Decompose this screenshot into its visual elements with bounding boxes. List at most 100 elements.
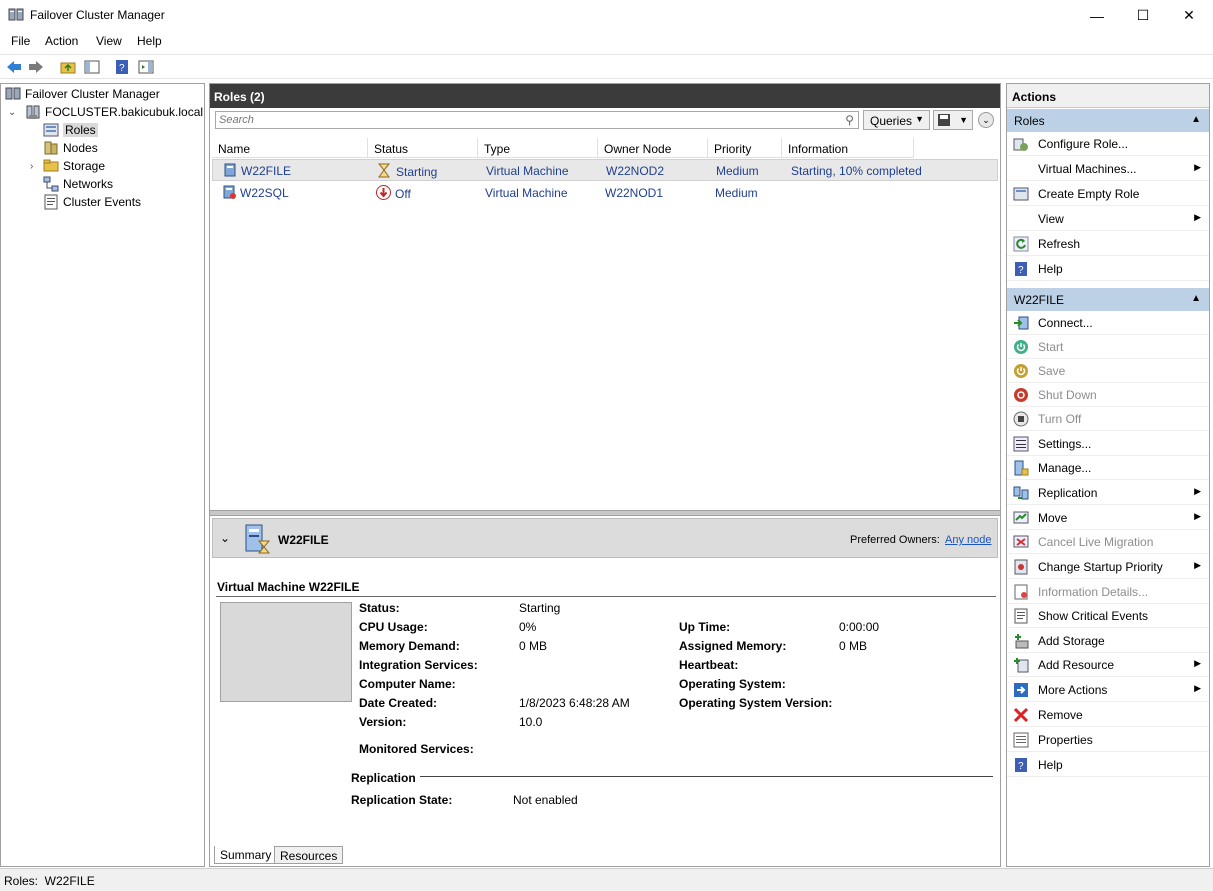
action-turn-off[interactable]: Turn Off [1007,407,1209,431]
folder-up-icon [60,62,76,74]
roles-center-pane: Roles (2) ⚲ Queries ▼ ▼ ⌄ Name Status Ty… [209,83,1001,867]
column-header-name[interactable]: Name [212,138,368,158]
vm-thumbnail[interactable] [220,602,352,702]
networks-icon [43,176,59,192]
search-icon[interactable]: ⚲ [845,113,854,127]
pane-splitter[interactable] [210,510,1000,516]
action-label: Replication [1038,486,1098,500]
action-help-roles[interactable]: ? Help [1007,257,1209,281]
collapse-detail-chevron-icon[interactable]: ⌄ [220,531,230,545]
help-toolbar-button[interactable]: ? [112,57,132,77]
tree-item-nodes[interactable]: Nodes [43,139,98,157]
status-bar: Roles: W22FILE [0,868,1213,891]
tree-item-networks[interactable]: Networks [43,175,113,193]
tree-root-label: Failover Cluster Manager [25,87,160,101]
table-row[interactable]: W22SQL Off Virtual Machine W22NOD1 Mediu… [212,182,998,204]
row-type: Virtual Machine [486,164,569,178]
column-header-status[interactable]: Status [368,138,478,158]
action-view[interactable]: View ▶ [1007,207,1209,231]
action-information-details[interactable]: Information Details... [1007,580,1209,604]
row-status: Starting [396,165,438,179]
collapse-search-chevron-icon[interactable]: ⌄ [978,112,994,128]
menu-view[interactable]: View [96,34,122,48]
action-label: Shut Down [1038,388,1097,402]
back-button[interactable] [4,57,24,77]
menu-action[interactable]: Action [45,34,78,48]
action-manage[interactable]: Manage... [1007,456,1209,480]
prop-label: Computer Name: [359,677,456,691]
column-header-information[interactable]: Information [782,138,914,158]
action-add-resource[interactable]: Add Resource ▶ [1007,653,1209,677]
tree-item-roles[interactable]: Roles [43,121,98,139]
action-settings[interactable]: Settings... [1007,432,1209,456]
minimize-button[interactable]: — [1074,0,1120,31]
preferred-owners-link[interactable]: Any node [945,534,991,546]
action-show-critical-events[interactable]: Show Critical Events [1007,604,1209,628]
action-cancel-live-migration[interactable]: Cancel Live Migration [1007,530,1209,554]
row-owner: W22NOD1 [605,186,664,200]
detail-header: ⌄ W22FILE Preferred Owners: Any node [212,518,998,558]
tab-resources[interactable]: Resources [274,846,344,864]
action-create-empty-role[interactable]: Create Empty Role [1007,182,1209,206]
nodes-icon [43,140,59,156]
action-virtual-machines[interactable]: Virtual Machines... ▶ [1007,157,1209,181]
forward-button[interactable] [26,57,46,77]
action-configure-role[interactable]: Configure Role... [1007,132,1209,156]
tree-item-storage[interactable]: Storage [43,157,105,175]
column-header-owner-node[interactable]: Owner Node [598,138,708,158]
row-priority: Medium [715,186,758,200]
show-hide-tree-button[interactable] [82,57,102,77]
action-save[interactable]: Save [1007,359,1209,383]
action-add-storage[interactable]: Add Storage [1007,629,1209,653]
tree-root[interactable]: Failover Cluster Manager [5,85,160,103]
expand-storage-chevron-icon[interactable]: › [30,161,33,172]
show-action-pane-button[interactable] [136,57,156,77]
menu-bar: File Action View Help [0,31,1213,53]
queries-button[interactable]: Queries ▼ [863,110,930,130]
action-properties[interactable]: Properties [1007,728,1209,752]
up-folder-button[interactable] [58,57,78,77]
save-query-button[interactable]: ▼ [933,110,973,130]
column-header-priority[interactable]: Priority [708,138,782,158]
action-shut-down[interactable]: Shut Down [1007,383,1209,407]
expand-cluster-chevron-icon[interactable]: ⌄ [8,107,16,118]
action-more-actions[interactable]: More Actions ▶ [1007,678,1209,702]
action-connect[interactable]: Connect... [1007,311,1209,335]
menu-help[interactable]: Help [137,34,162,48]
table-row[interactable]: W22FILE Starting Virtual Machine W22NOD2… [212,159,998,181]
search-input[interactable] [216,112,816,128]
search-box[interactable]: ⚲ [215,111,859,129]
action-label: Create Empty Role [1038,187,1140,201]
action-label: Show Critical Events [1038,609,1149,623]
prop-value: 0 MB [519,639,548,653]
add-storage-icon [1015,634,1029,649]
prop-value: 0 MB [839,639,868,653]
close-button[interactable]: ✕ [1166,0,1212,31]
collapse-up-icon: ▲ [1191,293,1201,304]
action-help-vm[interactable]: ? Help [1007,753,1209,777]
maximize-button[interactable]: ☐ [1120,0,1166,31]
action-label: Help [1038,758,1063,772]
submenu-arrow-icon: ▶ [1194,658,1201,668]
tree-item-cluster-events[interactable]: Cluster Events [43,193,141,211]
tab-summary[interactable]: Summary [214,846,278,864]
menu-file[interactable]: File [11,34,30,48]
back-arrow-icon [7,61,21,73]
replication-heading: Replication [351,771,416,785]
action-move[interactable]: Move ▶ [1007,506,1209,530]
actions-section-roles[interactable]: Roles ▲ [1007,109,1209,132]
action-start[interactable]: Start [1007,335,1209,359]
action-label: View [1038,212,1064,226]
action-refresh[interactable]: Refresh [1007,232,1209,256]
vm-summary-title: Virtual Machine W22FILE [217,580,360,594]
action-remove[interactable]: Remove [1007,703,1209,727]
detail-tabs: Summary Resources [212,846,1002,866]
collapse-up-icon: ▲ [1191,114,1201,125]
actions-section-vm[interactable]: W22FILE ▲ [1007,288,1209,311]
tree-cluster[interactable]: FOCLUSTER.bakicubuk.local [25,103,203,121]
prop-value: Starting [519,601,561,615]
action-replication[interactable]: Replication ▶ [1007,481,1209,505]
actions-pane: Actions Roles ▲ Configure Role... Virtua… [1006,83,1210,867]
column-header-type[interactable]: Type [478,138,598,158]
action-change-startup-priority[interactable]: Change Startup Priority ▶ [1007,555,1209,579]
